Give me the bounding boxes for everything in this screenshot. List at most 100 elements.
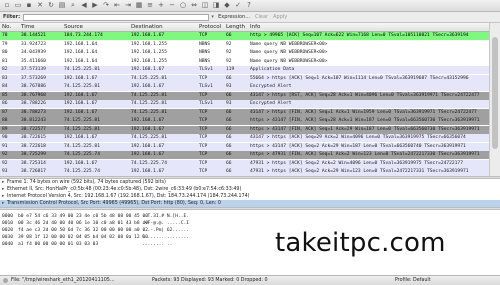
column-header-source[interactable]: Source (64, 24, 83, 31)
cell-destination: 192.168.1.67 (131, 33, 165, 38)
hex-offset: 0030 (2, 235, 14, 240)
detail-tree-row[interactable]: ▸ Internet Protocol Version 4, Src: 192.1… (0, 193, 500, 200)
column-header-info[interactable]: Info (250, 24, 260, 31)
display-filter-icon[interactable]: ◨ (211, 1, 221, 10)
cell-time: 38.788226 (21, 101, 46, 106)
column-header-time[interactable]: Time (21, 24, 34, 31)
cell-length: 92 (226, 50, 232, 55)
cell-protocol: TLSv1 (199, 67, 213, 72)
hex-dump-row[interactable]: 0020 f4 ae c3 2d 00 50 6d 7c 36 32 00 00 … (2, 227, 242, 234)
zoom-reset-icon[interactable]: ○ (178, 1, 188, 10)
last-icon[interactable]: ⇥ (123, 1, 133, 10)
cell-source: 192.168.1.67 (64, 135, 98, 140)
packet-row[interactable]: 78 38.144521 184.73.244.174 192.168.1.67 TCP… (0, 32, 489, 40)
packet-list-scrollbar[interactable] (489, 23, 500, 176)
find-icon[interactable]: ⌕ (68, 1, 78, 10)
packet-row[interactable]: 86 38.788226 192.168.1.67 74.125.225.81 TLSv… (0, 100, 489, 108)
resize-columns-icon[interactable]: ⇔ (189, 1, 199, 10)
packet-row[interactable]: 87 38.788273 192.168.1.67 74.125.225.81 TCP 6… (0, 108, 489, 117)
cell-time: 38.722615 (21, 135, 46, 140)
clear-button[interactable]: Clear (255, 14, 268, 20)
cell-destination: 192.168.1.67 (131, 143, 165, 149)
print-icon[interactable]: ▤ (57, 1, 67, 10)
cell-time: 38.767886 (21, 84, 46, 89)
hex-offset: 0040 (2, 242, 14, 247)
coloring-rules-icon[interactable]: ◆ (222, 1, 232, 10)
chevron-down-icon[interactable]: ▾ (209, 14, 216, 21)
capture-filter-icon[interactable]: ◫ (200, 1, 210, 10)
packet-row[interactable]: 83 37.573269 192.168.1.67 74.125.225.81 TCP 6… (0, 74, 489, 83)
cell-time: 38.725299 (21, 152, 46, 157)
save-icon[interactable]: ▪ (24, 1, 34, 10)
packet-row[interactable]: 89 38.722577 74.125.225.81 192.168.1.67 TCP 6… (0, 125, 489, 134)
zoom-out-icon[interactable]: − (167, 1, 177, 10)
zoom-in-icon[interactable]: + (156, 1, 166, 10)
hex-ascii: 9....... ........ (142, 235, 190, 240)
cell-info: https > 43147 [FIN, ACK] Seq=28 Ack=1 Wi… (250, 118, 480, 123)
packet-list-header: No. Time Source Destination Protocol Len… (0, 23, 500, 32)
cell-source: 192.168.1.64 (64, 58, 98, 64)
cell-length: 66 (226, 160, 232, 166)
packet-row[interactable]: 81 35.411660 192.168.1.64 192.168.1.255 NBNS… (0, 57, 489, 66)
cell-length: 92 (226, 58, 232, 64)
cell-source: 192.168.1.67 (64, 92, 98, 98)
cell-source: 192.168.1.64 (64, 41, 98, 47)
detail-tree-row[interactable]: ▸ Frame 1: 74 bytes on wire (592 bits), 7… (0, 179, 500, 186)
column-header-length[interactable]: Length (226, 24, 245, 31)
packet-row[interactable]: 90 38.722615 192.168.1.67 74.125.225.81 TCP 6… (0, 134, 489, 142)
packet-row[interactable]: 82 37.573139 74.125.225.81 192.168.1.67 TLSv… (0, 66, 489, 74)
cell-info: http > 49965 [ACK] Seq=107 Ack=622 Win=7… (250, 33, 469, 38)
cell-time: 38.725314 (21, 160, 46, 166)
forward-icon[interactable]: ▶ (90, 1, 100, 10)
close-icon[interactable]: ✕ (35, 1, 45, 10)
apply-button[interactable]: Apply (273, 14, 287, 20)
packet-row[interactable]: 79 33.924723 192.168.1.64 192.168.1.255 NBNS… (0, 40, 489, 49)
hex-dump-row[interactable]: 0010 00 3c 46 2d 40 00 40 06 1e 10 c0 a8 … (2, 220, 242, 227)
expression-button[interactable]: Expression... (218, 14, 250, 20)
hex-dump-row[interactable]: 0040 a1 f4 00 00 00 00 01 03 03 03.......… (2, 241, 242, 248)
packet-row[interactable]: 80 34.043939 192.168.1.64 192.168.1.255 NBNS… (0, 49, 489, 57)
new-file-icon[interactable]: ▫ (2, 1, 12, 10)
hex-bytes: 39 08 1f 12 00 00 02 04 05 b4 04 02 08 0… (18, 235, 148, 240)
cell-source: 74.125.225.81 (64, 84, 100, 89)
packet-row[interactable]: 93 38.726817 74.125.225.74 192.168.1.67 TCP 6… (0, 168, 489, 176)
expert-info-icon[interactable] (3, 278, 8, 283)
status-profile[interactable]: Profile: Default (395, 276, 431, 285)
packet-row[interactable]: 85 38.767968 192.168.1.67 74.125.225.81 TCP 6… (0, 91, 489, 100)
help-icon[interactable]: ? (244, 1, 254, 10)
packet-row[interactable]: 92 38.725314 192.168.1.67 74.125.225.74 TCP 6… (0, 159, 489, 168)
cell-destination: 192.168.1.67 (131, 67, 165, 72)
first-icon[interactable]: ⇤ (112, 1, 122, 10)
packet-row[interactable]: 88 38.812243 74.125.225.81 192.168.1.67 TCP 6… (0, 117, 489, 125)
cell-source: 184.73.244.174 (64, 33, 103, 38)
detail-text: Transmission Control Protocol, Src Port:… (7, 201, 221, 206)
hex-ascii: ..T.3I.# N.[H..E. (142, 214, 190, 219)
packet-row[interactable]: 84 38.767886 74.125.225.81 192.168.1.67 TLSv… (0, 83, 489, 91)
cell-length: 66 (226, 152, 232, 157)
detail-tree-row[interactable]: ▸ Ethernet II, Src: HonHaiPr_c0:5b:48 (00… (0, 186, 500, 193)
reload-icon[interactable]: ↻ (46, 1, 56, 10)
scrollbar-thumb[interactable] (492, 37, 498, 149)
cell-source: 74.125.225.81 (64, 67, 100, 72)
packet-row[interactable]: 92 38.725299 74.125.225.74 192.168.1.67 TCP 6… (0, 151, 489, 159)
column-header-protocol[interactable]: Protocol (199, 24, 221, 31)
hex-offset: 0000 (2, 214, 14, 219)
back-icon[interactable]: ◀ (79, 1, 89, 10)
status-file: File: "/tmp/wireshark_eth1_20120411105..… (11, 278, 115, 283)
autoscroll-icon[interactable]: ≡ (145, 1, 155, 10)
colorize-icon[interactable]: ▦ (134, 1, 144, 10)
hex-dump-row[interactable]: 0030 39 08 1f 12 00 00 02 04 05 b4 04 02 … (2, 234, 242, 241)
column-header-destination[interactable]: Destination (131, 24, 163, 31)
cell-time: 38.144521 (21, 33, 46, 38)
detail-tree-row[interactable]: ▸ Transmission Control Protocol, Src Port… (0, 200, 500, 207)
goto-icon[interactable]: ↷ (101, 1, 111, 10)
cell-info: 55664 > https [ACK] Seq=1 Ack=107 Win=11… (250, 75, 469, 81)
column-header-no[interactable]: No. (2, 24, 11, 31)
open-icon[interactable]: ▭ (13, 1, 23, 10)
hex-dump-row[interactable]: 0000 b0 e7 54 c6 33 49 00 23 4e c0 5b 48 … (2, 213, 242, 220)
preferences-icon[interactable]: ✓ (233, 1, 243, 10)
cell-source: 192.168.1.67 (64, 160, 98, 166)
filter-input[interactable] (23, 13, 210, 21)
filter-label: Filter: (3, 14, 21, 20)
packet-row[interactable]: 91 38.722618 74.125.225.81 192.168.1.67 TCP 6… (0, 142, 489, 151)
